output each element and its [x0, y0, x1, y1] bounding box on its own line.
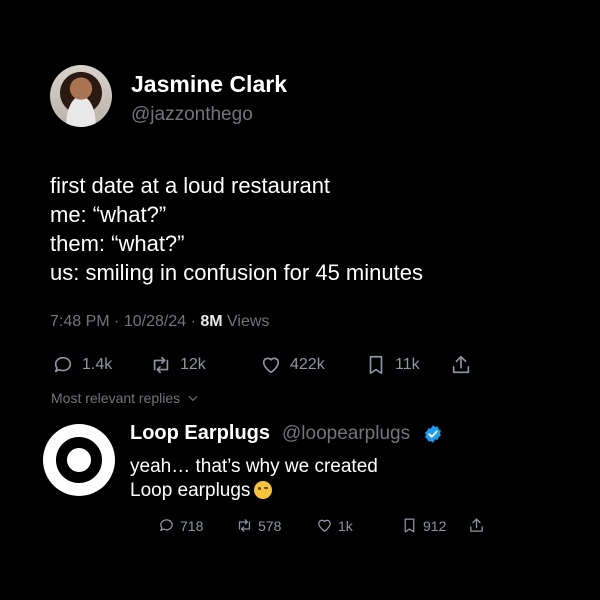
replies-filter-label: Most relevant replies — [51, 390, 181, 406]
reply-action-bar: 718 578 1k 912 — [158, 517, 498, 537]
tweet-time[interactable]: 7:48 PM — [50, 313, 110, 330]
like-button[interactable]: 422k — [260, 354, 325, 376]
reply-like-count: 1k — [338, 517, 353, 534]
tweet-date[interactable]: 10/28/24 — [124, 313, 186, 330]
reply-reply-button[interactable]: 718 — [158, 517, 203, 534]
loop-logo-icon — [56, 437, 102, 483]
reply-line: yeah… that’s why we created — [130, 456, 378, 477]
tweet-action-bar: 1.4k 12k 422k 11k — [52, 354, 482, 378]
meta-separator: · — [190, 313, 196, 330]
share-icon — [470, 518, 483, 532]
reply-avatar[interactable] — [43, 424, 115, 496]
reply-reply-count: 718 — [180, 517, 204, 534]
author-name[interactable]: Jasmine Clark — [131, 71, 287, 98]
chevron-down-icon — [188, 395, 198, 402]
tweet-line: me: “what?” — [50, 202, 167, 227]
bookmark-count: 11k — [395, 356, 420, 373]
reply-button[interactable]: 1.4k — [52, 354, 112, 376]
tweet-text: first date at a loud restaurant me: “wha… — [50, 171, 423, 287]
reply-share-button[interactable] — [468, 517, 485, 534]
heart-icon — [318, 519, 331, 532]
bookmark-icon — [369, 355, 383, 375]
reply-icon — [54, 356, 72, 373]
reply-author-handle[interactable]: @loopearplugs — [282, 423, 410, 445]
repost-button[interactable]: 12k — [150, 354, 206, 376]
repost-count: 12k — [180, 356, 206, 373]
views-label[interactable]: Views — [227, 313, 269, 330]
like-count: 422k — [290, 356, 325, 373]
reply-line-text: Loop earplugs — [130, 480, 251, 501]
reply-text: yeah… that’s why we created Loop earplug… — [130, 455, 378, 503]
reply-bookmark-button[interactable]: 912 — [401, 517, 446, 534]
tweet-line: them: “what?” — [50, 231, 185, 256]
repost-icon — [238, 519, 251, 532]
share-button[interactable] — [450, 354, 472, 376]
author-handle[interactable]: @jazzonthego — [131, 104, 253, 126]
heart-icon — [262, 357, 280, 374]
bookmark-icon — [404, 518, 415, 533]
reply-count: 1.4k — [82, 356, 113, 373]
verified-badge-icon — [425, 425, 441, 443]
replies-filter-dropdown[interactable]: Most relevant replies — [51, 390, 200, 406]
author-avatar[interactable] — [50, 65, 112, 127]
repost-icon — [153, 356, 169, 374]
reply-repost-button[interactable]: 578 — [236, 517, 281, 534]
tweet-line: first date at a loud restaurant — [50, 173, 331, 198]
tweet-line: us: smiling in confusion for 45 minutes — [50, 260, 423, 285]
bookmark-button[interactable]: 11k — [365, 354, 420, 376]
reply-repost-count: 578 — [258, 517, 282, 534]
tweet-meta: 7:48 PM · 10/28/24 · 8M Views — [50, 313, 269, 331]
reply-bookmark-count: 912 — [423, 517, 447, 534]
views-count[interactable]: 8M — [200, 313, 222, 330]
winking-face-icon — [254, 481, 273, 499]
meta-separator: · — [114, 313, 120, 330]
reply-line: Loop earplugs — [130, 479, 378, 503]
share-icon — [452, 355, 470, 374]
reply-author-name[interactable]: Loop Earplugs — [130, 422, 270, 445]
reply-icon — [160, 519, 173, 532]
reply-like-button[interactable]: 1k — [316, 517, 353, 534]
